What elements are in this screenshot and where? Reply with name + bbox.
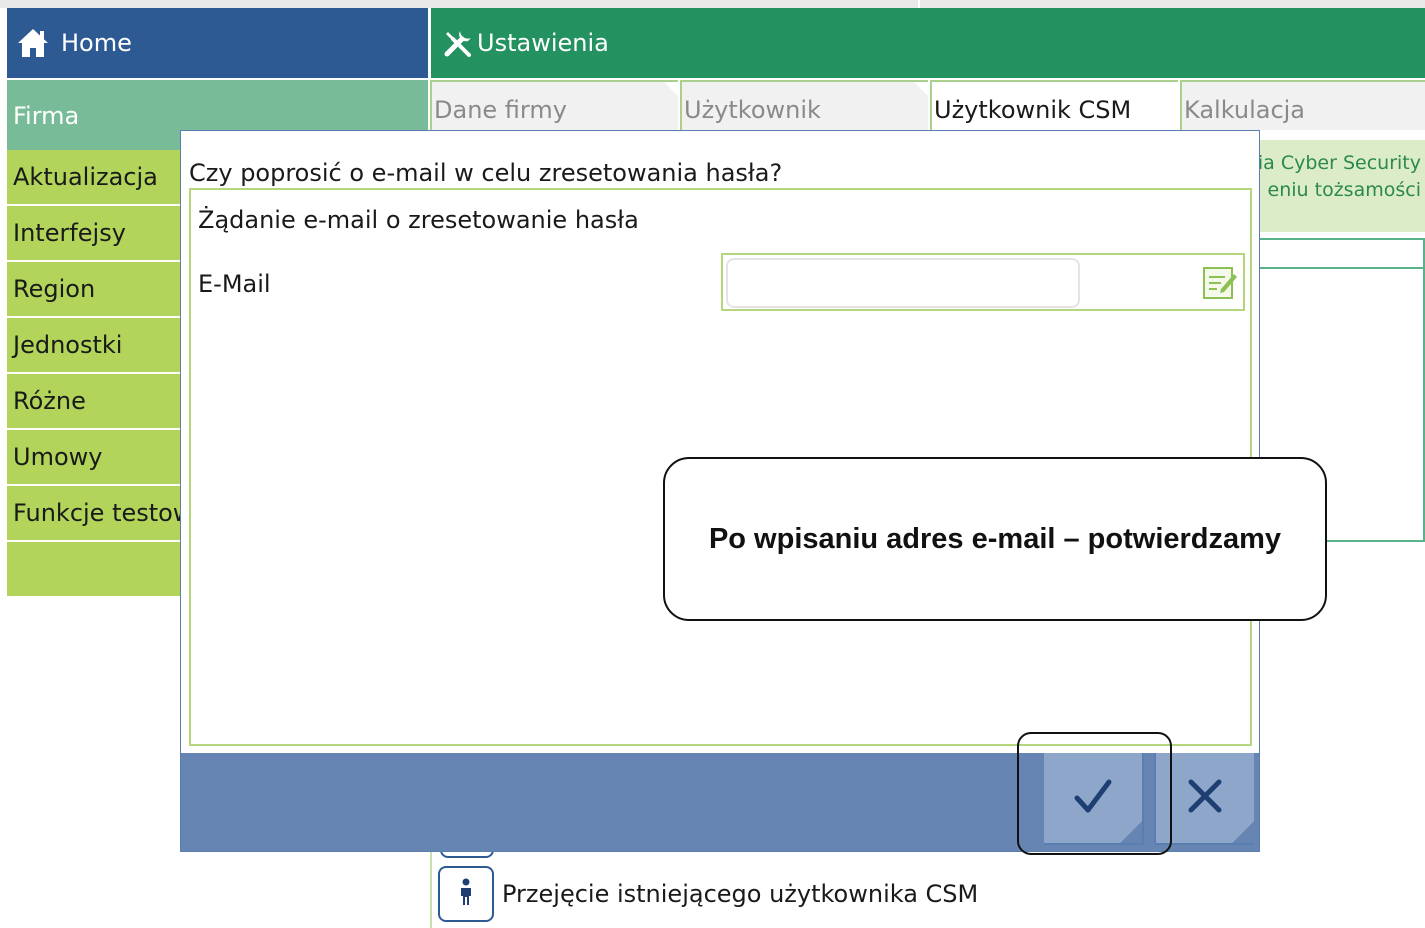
settings-title: Ustawienia bbox=[477, 29, 609, 57]
tab-corner bbox=[664, 82, 678, 96]
email-label: E-Mail bbox=[198, 270, 271, 298]
close-icon bbox=[1185, 776, 1225, 820]
sidebar: Aktualizacja Interfejsy Region Jednostki… bbox=[7, 150, 180, 598]
tab-label: Użytkownik CSM bbox=[934, 96, 1132, 124]
home-button[interactable]: Home bbox=[7, 8, 428, 78]
sidebar-item-rozne[interactable]: Różne bbox=[7, 374, 180, 430]
sidebar-empty-slot bbox=[7, 542, 180, 598]
top-strip bbox=[0, 0, 1425, 8]
sidebar-item-jednostki[interactable]: Jednostki bbox=[7, 318, 180, 374]
confirm-button-highlight bbox=[1017, 732, 1172, 855]
home-icon bbox=[15, 25, 51, 61]
sidebar-item-funkcje-testowe[interactable]: Funkcje testowe bbox=[7, 486, 180, 542]
tab-corner bbox=[1164, 82, 1178, 96]
tab-dane-firmy[interactable]: Dane firmy bbox=[430, 80, 678, 130]
email-input[interactable] bbox=[726, 258, 1080, 308]
top-strip-divider bbox=[918, 0, 920, 8]
tools-icon bbox=[441, 26, 475, 60]
instruction-callout: Po wpisaniu adres e-mail – potwierdzamy bbox=[663, 457, 1327, 621]
takeover-user-button[interactable] bbox=[438, 866, 494, 922]
sidebar-item-umowy[interactable]: Umowy bbox=[7, 430, 180, 486]
tab-uzytkownik[interactable]: Użytkownik bbox=[680, 80, 928, 130]
tab-bar: Dane firmy Użytkownik Użytkownik CSM Kal… bbox=[430, 80, 1425, 132]
sidebar-item-interfejsy[interactable]: Interfejsy bbox=[7, 206, 180, 262]
tab-corner bbox=[914, 82, 928, 96]
email-field-wrapper bbox=[721, 253, 1245, 311]
home-label: Home bbox=[61, 29, 132, 57]
callout-text: Po wpisaniu adres e-mail – potwierdzamy bbox=[708, 522, 1282, 555]
edit-note-icon[interactable] bbox=[1201, 263, 1239, 301]
tab-label: Dane firmy bbox=[434, 96, 567, 124]
sidebar-item-region[interactable]: Region bbox=[7, 262, 180, 318]
tab-kalkulacja[interactable]: Kalkulacja bbox=[1180, 80, 1425, 130]
settings-header: Ustawienia bbox=[431, 8, 1425, 78]
tab-uzytkownik-csm[interactable]: Użytkownik CSM bbox=[930, 80, 1178, 130]
takeover-user-label: Przejęcie istniejącego użytkownika CSM bbox=[502, 880, 979, 908]
dialog-heading: Żądanie e-mail o zresetowanie hasła bbox=[198, 206, 639, 234]
person-icon bbox=[459, 878, 473, 910]
dialog-title: Czy poprosić o e-mail w celu zresetowani… bbox=[189, 159, 783, 187]
sidebar-item-aktualizacja[interactable]: Aktualizacja bbox=[7, 150, 180, 206]
tab-label: Użytkownik bbox=[684, 96, 821, 124]
button-fold bbox=[1232, 821, 1254, 843]
tab-label: Kalkulacja bbox=[1184, 96, 1306, 124]
